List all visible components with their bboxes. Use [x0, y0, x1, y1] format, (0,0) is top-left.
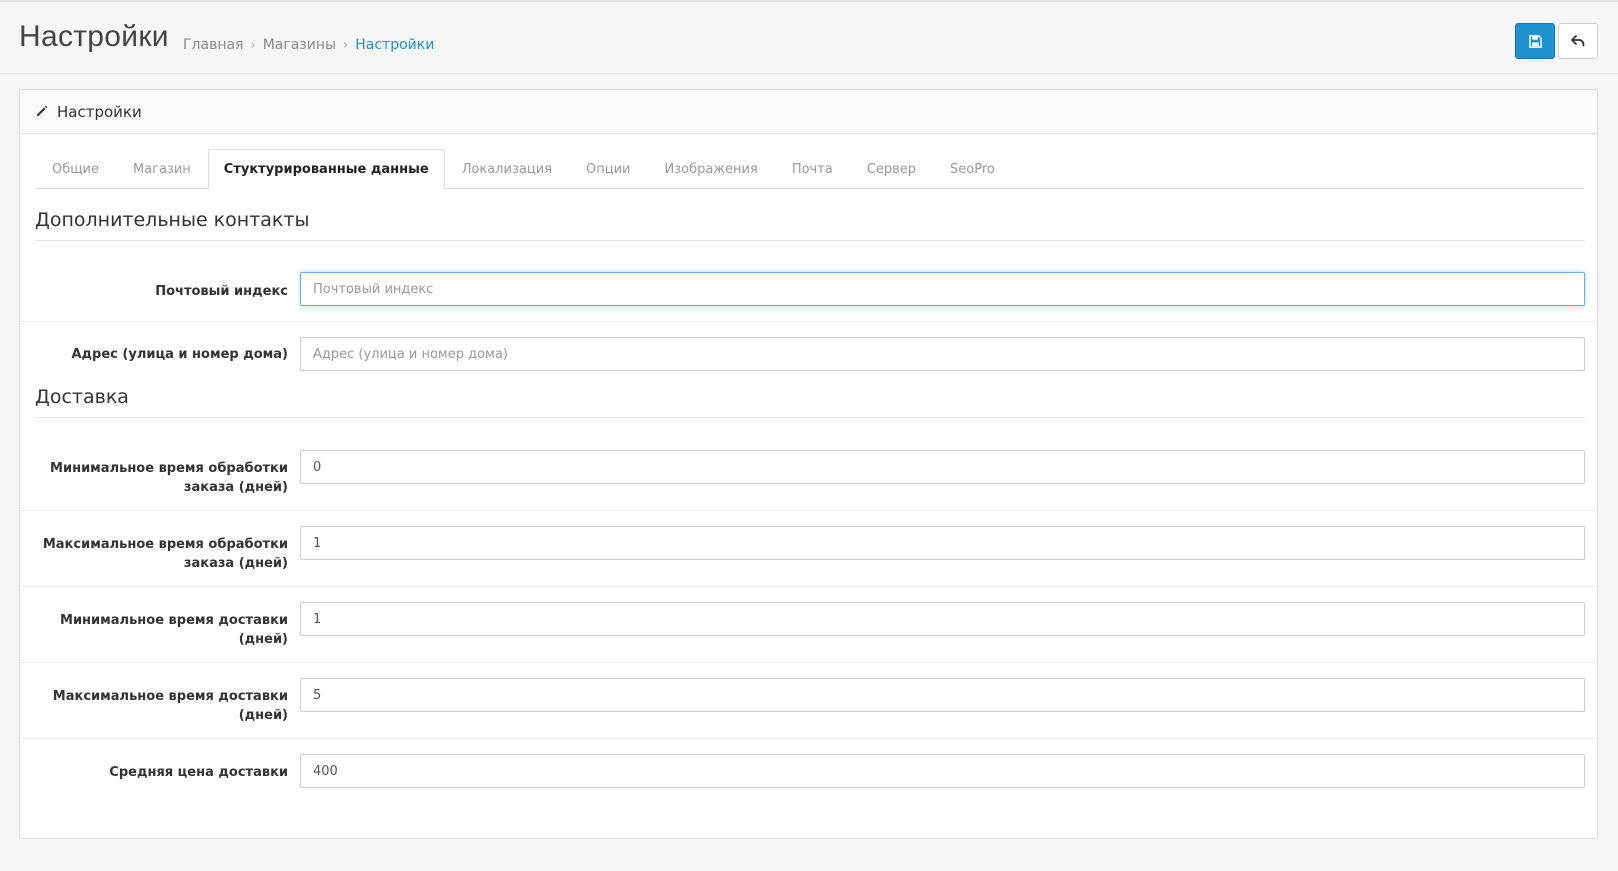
floppy-disk-icon [1528, 34, 1542, 48]
panel-heading: Настройки [20, 90, 1597, 134]
settings-panel: Настройки Общие Магазин Стуктурированные… [19, 89, 1598, 839]
breadcrumb-separator: › [250, 37, 256, 53]
page-header: Настройки Главная › Магазины › Настройки [0, 2, 1618, 74]
pencil-icon [37, 105, 48, 116]
tab-store[interactable]: Магазин [116, 149, 208, 189]
max-processing-label: Максимальное время обработки заказа (дне… [42, 537, 288, 571]
tab-structured-data[interactable]: Стуктурированные данные [207, 149, 445, 190]
min-processing-input[interactable] [300, 450, 1585, 484]
breadcrumb: Главная › Магазины › Настройки [183, 37, 434, 53]
breadcrumb-stores[interactable]: Магазины [263, 37, 336, 53]
section-title-delivery: Доставка [35, 386, 1585, 418]
address-label: Адрес (улица и номер дома) [71, 347, 289, 362]
form-row-max-delivery: Максимальное время доставки (дней) [20, 662, 1597, 738]
form-row-max-processing: Максимальное время обработки заказа (дне… [20, 510, 1597, 586]
postal-label: Почтовый индекс [155, 284, 288, 299]
tab-bar: Общие Магазин Стуктурированные данные Ло… [35, 149, 1585, 190]
postal-input[interactable] [300, 272, 1585, 306]
tab-images[interactable]: Изображения [648, 149, 775, 189]
section-title-contacts: Дополнительные контакты [35, 209, 1585, 241]
tab-localization[interactable]: Локализация [445, 149, 569, 189]
form-row-postal: Почтовый индекс [20, 256, 1597, 321]
tab-seopro[interactable]: SeoPro [933, 149, 1012, 189]
back-button[interactable] [1558, 23, 1598, 59]
avg-price-input[interactable] [300, 754, 1585, 788]
form-row-min-delivery: Минимальное время доставки (дней) [20, 586, 1597, 662]
breadcrumb-home[interactable]: Главная [183, 37, 243, 53]
tab-server[interactable]: Сервер [850, 149, 933, 189]
page-title: Настройки [19, 20, 169, 53]
max-processing-input[interactable] [300, 526, 1585, 560]
form-row-address: Адрес (улица и номер дома) [20, 321, 1597, 376]
tab-mail[interactable]: Почта [775, 149, 850, 189]
max-delivery-label: Максимальное время доставки (дней) [52, 689, 288, 723]
form-row-avg-price: Средняя цена доставки [20, 738, 1597, 814]
tab-general[interactable]: Общие [35, 149, 116, 189]
reply-arrow-icon [1571, 35, 1585, 47]
min-delivery-input[interactable] [300, 602, 1585, 636]
min-processing-label: Минимальное время обработки заказа (дней… [50, 461, 288, 495]
save-button[interactable] [1515, 23, 1555, 59]
breadcrumb-settings[interactable]: Настройки [355, 37, 434, 53]
panel-title: Настройки [57, 102, 142, 121]
min-delivery-label: Минимальное время доставки (дней) [60, 613, 288, 647]
max-delivery-input[interactable] [300, 678, 1585, 712]
address-input[interactable] [300, 337, 1585, 371]
avg-price-label: Средняя цена доставки [109, 765, 288, 780]
breadcrumb-separator: › [343, 37, 349, 53]
form-row-min-processing: Минимальное время обработки заказа (дней… [20, 434, 1597, 510]
tab-options[interactable]: Опции [569, 149, 647, 189]
